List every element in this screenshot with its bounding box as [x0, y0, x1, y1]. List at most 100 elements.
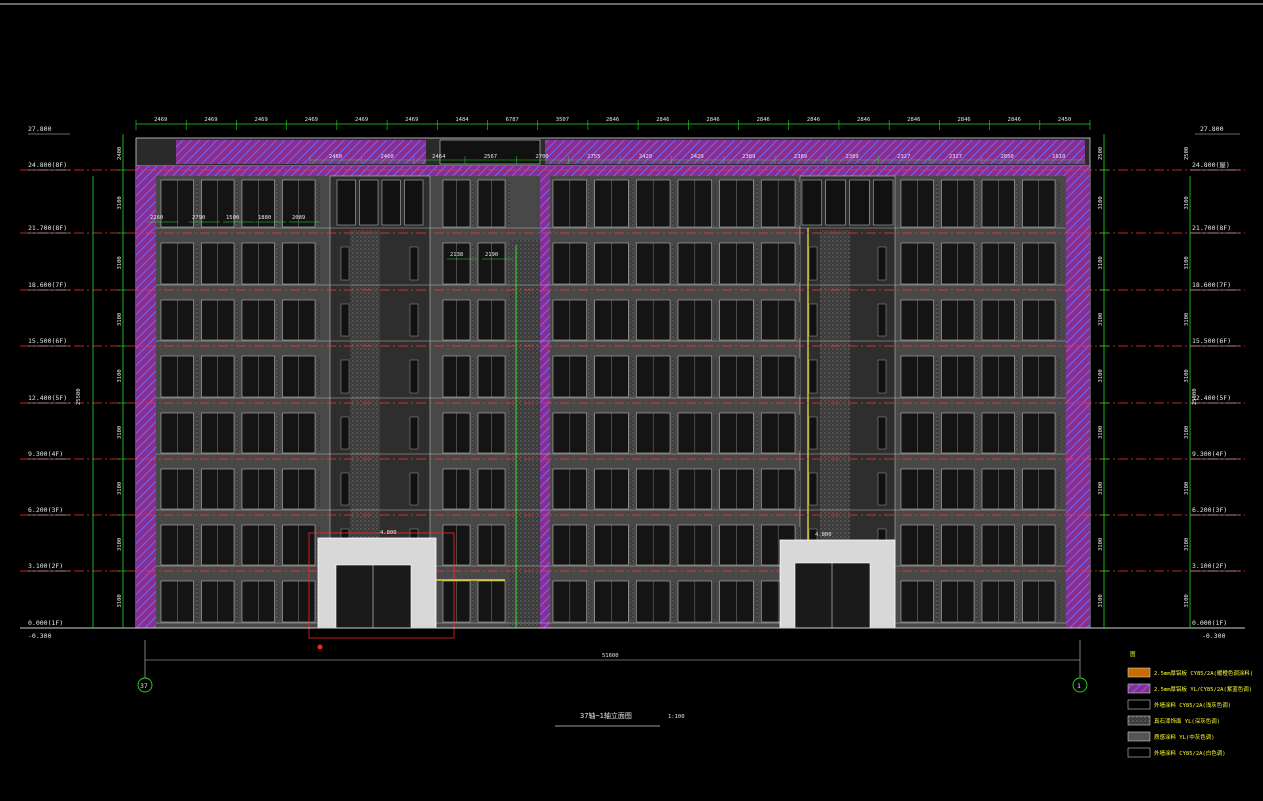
- window-pier: [588, 182, 592, 225]
- stair-window: [877, 303, 887, 337]
- window-pier: [755, 302, 759, 338]
- floor-height-right-outer: 3100: [1184, 594, 1190, 607]
- top-dim-label: 2846: [857, 117, 870, 123]
- window-pier: [1016, 358, 1020, 395]
- window-pier: [507, 358, 510, 395]
- window-pier: [236, 415, 239, 451]
- window-pier: [797, 302, 800, 338]
- window-pier: [630, 583, 634, 620]
- small-dim-label: 2260: [150, 215, 163, 221]
- stair-top-window: [849, 179, 870, 226]
- window-pier: [507, 302, 510, 338]
- window-pier: [507, 245, 510, 282]
- window-pier: [507, 583, 510, 620]
- window-pier: [976, 358, 979, 395]
- second-dim-label: 2429: [691, 154, 704, 160]
- stair-window: [877, 472, 887, 506]
- bottom-left-level: -0.300: [28, 632, 52, 640]
- window-pier: [507, 527, 510, 563]
- mid-dots-strip: [510, 240, 540, 628]
- floor-height-right-outer: 3100: [1184, 482, 1190, 495]
- top-dim-label: 2469: [405, 117, 418, 123]
- stair-window: [808, 472, 818, 506]
- stair-window: [808, 246, 818, 281]
- window-pier: [507, 471, 510, 507]
- hatch-column-left: [136, 166, 156, 628]
- window-pier: [1057, 358, 1060, 395]
- left-level-label: 24.800(8F): [28, 161, 67, 169]
- window-pier: [976, 415, 979, 451]
- top-dim-label: 2469: [154, 117, 167, 123]
- total-width-dim: 51600: [602, 653, 619, 659]
- floor-height-left: 3100: [117, 256, 123, 269]
- top-dim-label: 2846: [957, 117, 970, 123]
- top-left-level: 27.800: [28, 125, 52, 133]
- window-pier: [472, 245, 475, 282]
- material-legend: 图 2.5mm厚铝板 CY85/2A(暖橙色调涂料) 2.5mm厚铝板 YL/CY…: [1127, 650, 1253, 758]
- window-pier: [507, 182, 510, 225]
- window-pier: [713, 182, 717, 225]
- window-pier: [672, 415, 675, 451]
- legend-header: 图: [1130, 650, 1136, 658]
- floor-height-right: 3100: [1098, 594, 1104, 607]
- window-pier: [317, 182, 320, 225]
- window-pier: [1057, 471, 1060, 507]
- stair-window: [340, 303, 350, 337]
- window-pier: [195, 527, 199, 563]
- stair-window: [409, 472, 419, 506]
- stair-window: [340, 359, 350, 394]
- floor-height-left: 3100: [117, 594, 123, 607]
- window-pier: [317, 415, 320, 451]
- window-pier: [317, 471, 320, 507]
- window-pier: [276, 471, 280, 507]
- window-pier: [630, 182, 634, 225]
- window-pier: [276, 245, 280, 282]
- top-dim-label: 1484: [455, 117, 469, 123]
- small-dim-label: 2190: [485, 252, 498, 258]
- window-pier: [1057, 527, 1060, 563]
- second-dim-label: 2850: [1001, 154, 1014, 160]
- window-pier: [276, 583, 280, 620]
- window-pier: [317, 245, 320, 282]
- left-level-label: 9.300(4F): [28, 450, 63, 458]
- window-pier: [630, 415, 634, 451]
- window-pier: [1057, 182, 1060, 225]
- window-pier: [672, 245, 675, 282]
- window-pier: [472, 302, 475, 338]
- window-pier: [935, 302, 939, 338]
- top-dim-label: 2469: [204, 117, 217, 123]
- stair-window: [808, 303, 818, 337]
- floor-height-right-outer: 3100: [1184, 426, 1190, 439]
- legend-swatch: [1127, 683, 1151, 694]
- hatch-column-right: [1066, 166, 1090, 628]
- window-pier: [195, 358, 199, 395]
- legend-label: 2.5mm厚铝板 CY85/2A(暖橙色调涂料): [1154, 669, 1253, 677]
- window-pier: [472, 358, 475, 395]
- right-level-label: 18.600(7F): [1192, 281, 1231, 289]
- top-dim-label: 2846: [1008, 117, 1021, 123]
- small-dim-label: 2790: [192, 215, 205, 221]
- window-pier: [755, 415, 759, 451]
- window-pier: [276, 358, 280, 395]
- top-dim-label: 2469: [355, 117, 368, 123]
- second-dim-label: 2567: [484, 154, 497, 160]
- window-pier: [195, 415, 199, 451]
- top-dim-label: 2846: [706, 117, 719, 123]
- floor-height-left: 2400: [117, 147, 123, 160]
- axis-left-label: 37: [140, 682, 148, 690]
- window-pier: [236, 358, 239, 395]
- left-level-labels: 24.800(8F) 21.700(8F) 18.600(7F) 15.500(6F)…: [28, 147, 128, 629]
- floor-height-right-outer: 3100: [1184, 313, 1190, 326]
- legend-label: 2.5mm厚铝板 YL/CY85/2A(紫蓝色调): [1154, 685, 1252, 693]
- stair-top-window: [404, 179, 424, 226]
- window-pier: [588, 415, 592, 451]
- window-pier: [472, 527, 475, 563]
- window-pier: [276, 415, 280, 451]
- window-pier: [713, 527, 717, 563]
- window-pier: [976, 245, 979, 282]
- stair-top-window: [825, 179, 846, 226]
- legend-swatch: [1127, 747, 1151, 758]
- window-pier: [236, 245, 239, 282]
- window-pier: [1057, 583, 1060, 620]
- window-pier: [236, 527, 239, 563]
